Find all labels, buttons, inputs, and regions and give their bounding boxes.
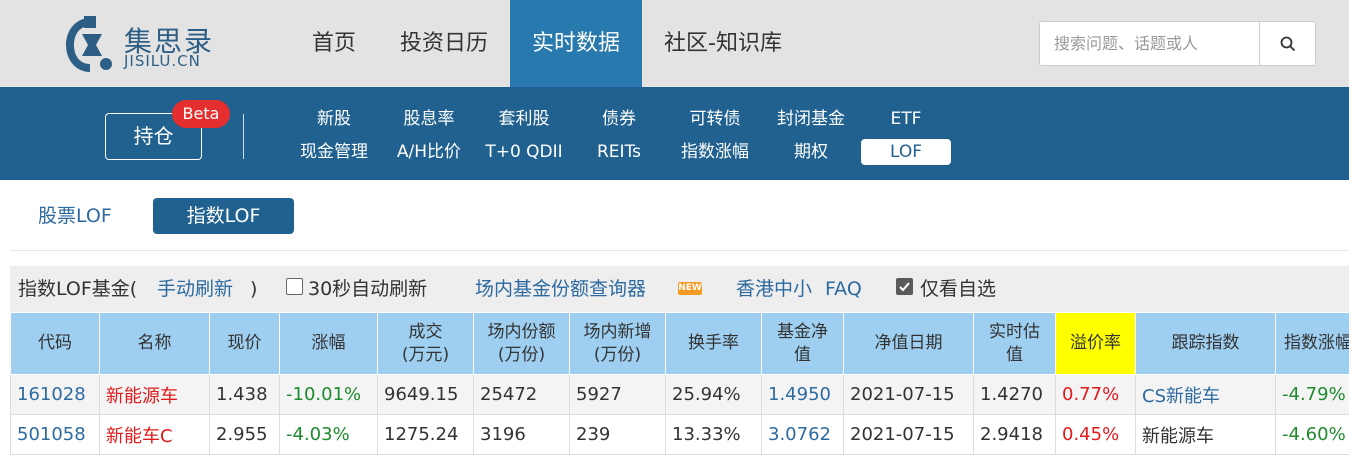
main-nav: 首页 投资日历 实时数据 社区-知识库 — [290, 0, 804, 87]
cell-shares: 3196 — [473, 414, 570, 455]
col-turnover[interactable]: 成交 (万元) — [377, 312, 474, 375]
cell-premium: 0.45% — [1055, 414, 1136, 455]
new-badge: NEW — [678, 282, 702, 295]
auto-refresh-checkbox[interactable] — [286, 278, 303, 295]
table-header-row: 代码 名称 现价 涨幅 成交 (万元) 场内份额 (万份) 场内新增 (万份) 换手率… — [10, 312, 1349, 375]
cell-nav-date: 2021-07-15 — [843, 414, 974, 455]
only-favorites-label: 仅看自选 — [920, 278, 997, 300]
subnav-arbitrage[interactable]: 套利股 — [485, 106, 563, 132]
cell-premium: 0.77% — [1055, 374, 1136, 415]
cell-turnover-rate: 13.33% — [665, 414, 762, 455]
auto-refresh-label: 30秒自动刷新 — [308, 278, 428, 300]
site-logo[interactable]: 集思录 JISILU.CN — [62, 14, 222, 76]
only-favorites-checkbox[interactable] — [896, 278, 913, 295]
cell-change: -10.01% — [279, 374, 378, 415]
cell-code[interactable]: 161028 — [10, 374, 100, 415]
tab-index-lof[interactable]: 指数LOF — [153, 198, 294, 234]
search-button[interactable] — [1259, 22, 1315, 65]
cell-name[interactable]: 新能源车 — [99, 374, 210, 415]
cell-shares: 25472 — [473, 374, 570, 415]
cell-turnover-rate: 25.94% — [665, 374, 762, 415]
nav-calendar[interactable]: 投资日历 — [378, 0, 510, 87]
beta-badge: Beta — [172, 100, 230, 128]
nav-home[interactable]: 首页 — [290, 0, 378, 87]
col-change[interactable]: 涨幅 — [279, 312, 378, 375]
subnav-cash[interactable]: 现金管理 — [295, 139, 373, 165]
tab-stock-lof[interactable]: 股票LOF — [38, 198, 112, 234]
subnav-qdii[interactable]: T+0 QDII — [480, 139, 568, 165]
subnav-dividend[interactable]: 股息率 — [390, 106, 468, 132]
divider — [243, 114, 244, 159]
cell-price: 1.438 — [209, 374, 280, 415]
col-code[interactable]: 代码 — [10, 312, 100, 375]
col-estimate[interactable]: 实时估值 — [973, 312, 1056, 375]
cell-code[interactable]: 501058 — [10, 414, 100, 455]
search-input[interactable] — [1040, 22, 1260, 65]
logo-text-en: JISILU.CN — [124, 52, 201, 70]
cell-index-change: -4.79% — [1275, 374, 1349, 415]
subnav-reits[interactable]: REITs — [580, 139, 658, 165]
share-query-link[interactable]: 场内基金份额查询器 — [475, 266, 646, 312]
col-new-shares[interactable]: 场内新增 (万份) — [569, 312, 666, 375]
cell-nav[interactable]: 1.4950 — [761, 374, 844, 415]
cell-nav-date: 2021-07-15 — [843, 374, 974, 415]
cell-index-change: -4.60% — [1275, 414, 1349, 455]
table-caption-bar: 指数LOF基金( 手动刷新 ) 30秒自动刷新 场内基金份额查询器 NEW 香港… — [10, 266, 1349, 312]
col-premium[interactable]: 溢价率 — [1055, 312, 1136, 375]
col-nav[interactable]: 基金净值 — [761, 312, 844, 375]
table-row: 501058 新能车C 2.955 -4.03% 1275.24 3196 23… — [10, 414, 1349, 455]
col-shares[interactable]: 场内份额 (万份) — [473, 312, 570, 375]
cell-turnover: 1275.24 — [377, 414, 474, 455]
subnav-bonds[interactable]: 债券 — [580, 106, 658, 132]
sub-nav: 持仓 Beta 新股 股息率 套利股 债券 可转债 封闭基金 ETF 现金管理 … — [0, 87, 1349, 180]
cell-estimate: 2.9418 — [973, 414, 1056, 455]
caption-close-paren: ) — [250, 278, 258, 300]
table-row: 161028 新能源车 1.438 -10.01% 9649.15 25472 … — [10, 374, 1349, 415]
subnav-ah[interactable]: A/H比价 — [390, 139, 468, 165]
subnav-ipo[interactable]: 新股 — [295, 106, 373, 132]
cell-nav[interactable]: 3.0762 — [761, 414, 844, 455]
col-index-change[interactable]: 指数涨幅 — [1275, 312, 1349, 375]
cell-turnover: 9649.15 — [377, 374, 474, 415]
cell-tracking-index: 新能源车 — [1135, 414, 1276, 455]
cell-name[interactable]: 新能车C — [99, 414, 210, 455]
subnav-closed-fund[interactable]: 封闭基金 — [770, 106, 852, 132]
hk-small-link[interactable]: 香港中小 — [736, 266, 812, 312]
cell-new-shares: 239 — [569, 414, 666, 455]
col-turnover-rate[interactable]: 换手率 — [665, 312, 762, 375]
col-nav-date[interactable]: 净值日期 — [843, 312, 974, 375]
subnav-convertible[interactable]: 可转债 — [675, 106, 755, 132]
search-box — [1039, 21, 1316, 66]
logo-icon — [66, 16, 112, 72]
cell-new-shares: 5927 — [569, 374, 666, 415]
subnav-lof[interactable]: LOF — [861, 139, 951, 165]
top-header: 集思录 JISILU.CN 首页 投资日历 实时数据 社区-知识库 — [0, 0, 1349, 87]
nav-realtime-data[interactable]: 实时数据 — [510, 0, 643, 87]
subnav-options[interactable]: 期权 — [770, 139, 852, 165]
subnav-etf[interactable]: ETF — [861, 106, 951, 132]
col-tracking-index[interactable]: 跟踪指数 — [1135, 312, 1276, 375]
search-icon — [1280, 36, 1295, 51]
cell-estimate: 1.4270 — [973, 374, 1056, 415]
col-price[interactable]: 现价 — [209, 312, 280, 375]
faq-link[interactable]: FAQ — [825, 266, 862, 312]
manual-refresh-link[interactable]: 手动刷新 — [157, 266, 233, 312]
lof-table: 代码 名称 现价 涨幅 成交 (万元) 场内份额 (万份) 场内新增 (万份) 换手率… — [10, 312, 1349, 455]
nav-community[interactable]: 社区-知识库 — [642, 0, 804, 87]
cell-price: 2.955 — [209, 414, 280, 455]
checkmark-icon — [899, 282, 910, 292]
subnav-index-change[interactable]: 指数涨幅 — [675, 139, 755, 165]
caption-title: 指数LOF基金( — [18, 278, 138, 300]
divider — [10, 250, 1349, 251]
cell-tracking-index[interactable]: CS新能车 — [1135, 374, 1276, 415]
cell-change: -4.03% — [279, 414, 378, 455]
col-name[interactable]: 名称 — [99, 312, 210, 375]
